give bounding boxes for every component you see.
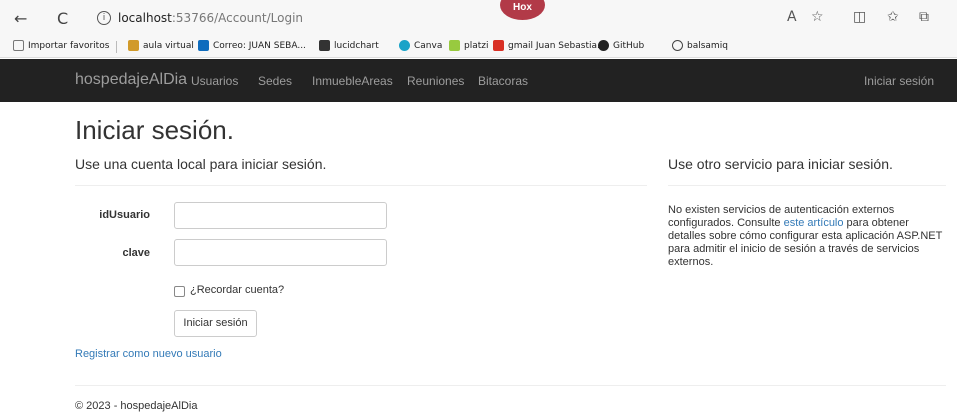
external-auth-message: No existen servicios de autenticación ex… xyxy=(668,204,946,269)
left-divider xyxy=(75,185,647,186)
bookmark-import[interactable]: Importar favoritos xyxy=(13,40,109,51)
nav-link-sedes[interactable]: Sedes xyxy=(258,74,292,88)
url-path: :53766/Account/Login xyxy=(171,11,304,25)
bookmark-lucidchart[interactable]: lucidchart xyxy=(319,40,379,51)
clave-label: clave xyxy=(122,247,150,259)
bookmark-label: GitHub xyxy=(613,40,645,51)
bookmark-canva[interactable]: Canva xyxy=(399,40,442,51)
read-aloud-icon[interactable]: A xyxy=(787,9,797,25)
bookmark-label: platzi xyxy=(464,40,489,51)
nav-link-inmuebleareas[interactable]: InmuebleAreas xyxy=(312,74,393,88)
site-info-icon[interactable]: i xyxy=(97,11,111,25)
footer-copyright: © 2023 - hospedajeAlDia xyxy=(75,400,198,412)
register-link[interactable]: Registrar como nuevo usuario xyxy=(75,348,222,360)
split-screen-icon[interactable]: ◫ xyxy=(853,9,866,25)
remember-label[interactable]: ¿Recordar cuenta? xyxy=(190,284,284,296)
bookmark-divider xyxy=(116,41,117,53)
bookmark-outlook[interactable]: Correo: JUAN SEBA... xyxy=(198,40,306,51)
bookmark-label: Importar favoritos xyxy=(28,40,110,51)
balsamiq-icon xyxy=(672,40,683,51)
bookmark-icon xyxy=(128,40,139,51)
github-icon xyxy=(598,40,609,51)
bookmark-label: Correo: JUAN SEBA... xyxy=(213,40,306,51)
brand-link[interactable]: hospedajeAlDia xyxy=(75,71,187,89)
bookmark-platzi[interactable]: platzi xyxy=(449,40,488,51)
favorites-icon[interactable]: ✩ xyxy=(887,9,899,25)
canva-icon xyxy=(399,40,410,51)
bookmarks-bar: Importar favoritos aula virtual Correo: JU… xyxy=(0,36,957,58)
bookmark-gmail[interactable]: gmail Juan Sebastia... xyxy=(493,40,606,51)
idusuario-label: idUsuario xyxy=(99,209,150,221)
gmail-icon xyxy=(493,40,504,51)
collections-icon[interactable]: ⧉ xyxy=(919,9,929,25)
reload-icon[interactable]: C xyxy=(57,9,68,28)
profile-avatar[interactable]: Hox xyxy=(500,0,545,20)
bookmark-label: lucidchart xyxy=(334,40,379,51)
back-arrow-icon[interactable]: ← xyxy=(14,9,27,28)
outlook-icon xyxy=(198,40,209,51)
bookmark-github[interactable]: GitHub xyxy=(598,40,644,51)
bookmark-label: Canva xyxy=(414,40,443,51)
platzi-icon xyxy=(449,40,460,51)
external-service-heading: Use otro servicio para iniciar sesión. xyxy=(668,156,893,172)
bookmark-bookmark[interactable]: aula virtual xyxy=(128,40,194,51)
url-host: localhost xyxy=(118,11,172,25)
url-field[interactable]: localhost:53766/Account/Login xyxy=(118,11,303,25)
import-icon xyxy=(13,40,24,51)
favorite-star-icon[interactable]: ☆ xyxy=(811,9,824,25)
remember-checkbox[interactable] xyxy=(174,286,185,297)
page-title: Iniciar sesión. xyxy=(75,115,234,145)
help-article-link[interactable]: este artículo xyxy=(784,217,844,229)
nav-link-reuniones[interactable]: Reuniones xyxy=(407,74,464,88)
lucidchart-icon xyxy=(319,40,330,51)
idusuario-input[interactable] xyxy=(174,202,387,229)
nav-link-bitacoras[interactable]: Bitacoras xyxy=(478,74,528,88)
local-account-heading: Use una cuenta local para iniciar sesión… xyxy=(75,156,327,172)
bookmark-label: gmail Juan Sebastia... xyxy=(508,40,606,51)
bookmark-label: balsamiq xyxy=(687,40,728,51)
nav-link-usuarios[interactable]: Usuarios xyxy=(191,74,238,88)
right-divider xyxy=(668,185,946,186)
login-submit-button[interactable]: Iniciar sesión xyxy=(174,310,257,337)
app-navbar: hospedajeAlDia Usuarios Sedes InmuebleAr… xyxy=(0,59,957,102)
clave-input[interactable] xyxy=(174,239,387,266)
bookmark-balsamiq[interactable]: balsamiq xyxy=(672,40,728,51)
browser-address-bar: ← C i localhost:53766/Account/Login Hox … xyxy=(0,0,957,36)
footer-divider xyxy=(75,385,946,386)
bookmark-label: aula virtual xyxy=(143,40,194,51)
nav-login-link[interactable]: Iniciar sesión xyxy=(864,74,934,88)
